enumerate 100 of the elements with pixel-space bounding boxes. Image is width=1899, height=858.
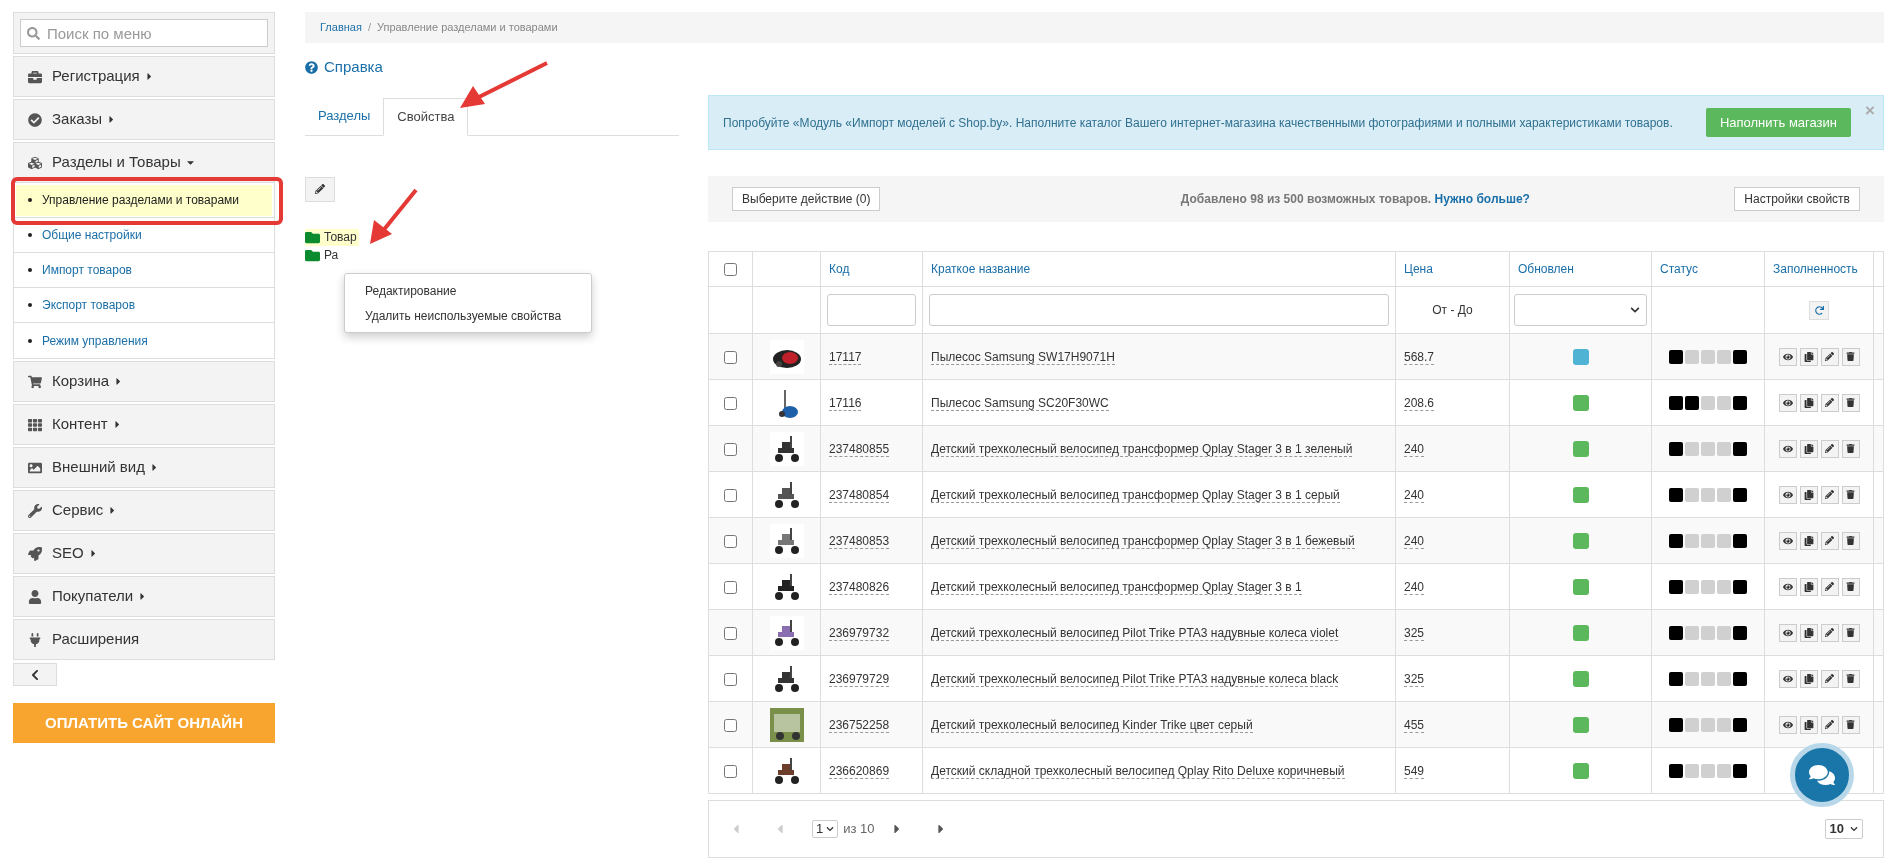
product-price[interactable]: 325 bbox=[1404, 625, 1425, 641]
submenu-item[interactable]: Режим управления bbox=[16, 325, 272, 356]
column-header[interactable]: Код bbox=[829, 262, 850, 276]
delete-button[interactable] bbox=[1841, 347, 1860, 366]
edit-button[interactable] bbox=[1820, 393, 1839, 412]
copy-button[interactable] bbox=[1799, 439, 1818, 458]
view-button[interactable] bbox=[1778, 439, 1797, 458]
copy-button[interactable] bbox=[1799, 715, 1818, 734]
row-checkbox[interactable] bbox=[724, 672, 737, 686]
product-name[interactable]: Пылесос Samsung SC20F30WC bbox=[931, 395, 1109, 411]
menu-item[interactable]: Контент bbox=[13, 404, 275, 445]
menu-item[interactable]: Разделы и Товары bbox=[13, 142, 275, 183]
copy-button[interactable] bbox=[1799, 623, 1818, 642]
copy-button[interactable] bbox=[1799, 393, 1818, 412]
edit-button[interactable] bbox=[1820, 485, 1839, 504]
view-button[interactable] bbox=[1778, 347, 1797, 366]
row-checkbox[interactable] bbox=[724, 764, 737, 778]
product-price[interactable]: 325 bbox=[1404, 671, 1425, 687]
delete-button[interactable] bbox=[1841, 577, 1860, 596]
view-button[interactable] bbox=[1778, 715, 1797, 734]
view-button[interactable] bbox=[1778, 623, 1797, 642]
view-button[interactable] bbox=[1778, 531, 1797, 550]
collapse-button[interactable] bbox=[13, 663, 57, 686]
tree-item[interactable]: Товар bbox=[305, 228, 359, 246]
edit-button[interactable] bbox=[1820, 669, 1839, 688]
menu-item[interactable]: Расширения bbox=[13, 619, 275, 660]
edit-button[interactable] bbox=[1820, 439, 1839, 458]
breadcrumb-link[interactable]: Главная bbox=[320, 19, 362, 36]
menu-item[interactable]: Сервис bbox=[13, 490, 275, 531]
product-price[interactable]: 240 bbox=[1404, 441, 1425, 457]
copy-button[interactable] bbox=[1799, 669, 1818, 688]
row-checkbox[interactable] bbox=[724, 718, 737, 732]
copy-button[interactable] bbox=[1799, 347, 1818, 366]
delete-button[interactable] bbox=[1841, 439, 1860, 458]
delete-button[interactable] bbox=[1841, 393, 1860, 412]
product-price[interactable]: 240 bbox=[1404, 487, 1425, 503]
product-price[interactable]: 455 bbox=[1404, 717, 1425, 733]
menu-item[interactable]: Заказы bbox=[13, 99, 275, 140]
more-link[interactable]: Нужно больше? bbox=[1434, 192, 1530, 206]
menu-item[interactable]: SEO bbox=[13, 533, 275, 574]
copy-button[interactable] bbox=[1799, 531, 1818, 550]
property-settings-button[interactable]: Настройки свойств bbox=[1734, 187, 1860, 211]
name-filter-field[interactable] bbox=[929, 294, 1389, 326]
product-price[interactable]: 240 bbox=[1404, 579, 1425, 595]
tree-item[interactable]: Ра bbox=[305, 246, 341, 264]
column-header[interactable]: Цена bbox=[1404, 262, 1433, 276]
edit-button[interactable] bbox=[1820, 715, 1839, 734]
help-link[interactable]: Справка bbox=[305, 56, 383, 79]
menu-option[interactable]: Редактирование bbox=[345, 278, 591, 303]
code-filter-field[interactable] bbox=[827, 294, 916, 326]
delete-button[interactable] bbox=[1841, 531, 1860, 550]
copy-button[interactable] bbox=[1799, 485, 1818, 504]
select-all-checkbox[interactable] bbox=[724, 263, 737, 277]
tab[interactable]: Свойства bbox=[383, 97, 469, 136]
copy-button[interactable] bbox=[1799, 577, 1818, 596]
action-select-button[interactable]: Выберите действие (0) bbox=[732, 187, 881, 211]
edit-button[interactable] bbox=[1820, 531, 1839, 550]
product-name[interactable]: Пылесос Samsung SW17H9071H bbox=[931, 349, 1115, 365]
product-price[interactable]: 568.7 bbox=[1404, 349, 1435, 365]
menu-item[interactable]: Покупатели bbox=[13, 576, 275, 617]
menu-item[interactable]: Внешний вид bbox=[13, 447, 275, 488]
row-checkbox[interactable] bbox=[724, 534, 737, 548]
product-code[interactable]: 17116 bbox=[829, 395, 862, 411]
search-field[interactable]: Поиск по меню bbox=[20, 19, 268, 47]
row-checkbox[interactable] bbox=[724, 350, 737, 364]
row-checkbox[interactable] bbox=[724, 488, 737, 502]
price-range-filter[interactable]: От - До bbox=[1432, 303, 1473, 317]
delete-button[interactable] bbox=[1841, 715, 1860, 734]
column-header[interactable]: Краткое название bbox=[931, 262, 1031, 276]
product-price[interactable]: 208.6 bbox=[1404, 395, 1435, 411]
product-price[interactable]: 549 bbox=[1404, 763, 1425, 779]
view-button[interactable] bbox=[1778, 393, 1797, 412]
reset-button[interactable] bbox=[1809, 300, 1829, 320]
view-button[interactable] bbox=[1778, 577, 1797, 596]
submenu-item[interactable]: Общие настройки bbox=[16, 219, 272, 251]
delete-button[interactable] bbox=[1841, 669, 1860, 688]
tab[interactable]: Разделы bbox=[305, 96, 384, 135]
menu-option[interactable]: Удалить неиспользуемые свойства bbox=[345, 303, 591, 328]
view-button[interactable] bbox=[1778, 669, 1797, 688]
edit-button[interactable] bbox=[1820, 577, 1839, 596]
delete-button[interactable] bbox=[1841, 485, 1860, 504]
product-code[interactable]: 17117 bbox=[829, 349, 862, 365]
submenu-item[interactable]: Управление разделами и товарами bbox=[16, 184, 272, 216]
per-page-select[interactable]: 10 bbox=[1824, 819, 1863, 839]
row-checkbox[interactable] bbox=[724, 442, 737, 456]
view-button[interactable] bbox=[1778, 485, 1797, 504]
delete-button[interactable] bbox=[1841, 623, 1860, 642]
edit-button[interactable] bbox=[305, 176, 335, 202]
edit-button[interactable] bbox=[1820, 623, 1839, 642]
column-header[interactable]: Обновлен bbox=[1518, 262, 1574, 276]
edit-button[interactable] bbox=[1820, 347, 1839, 366]
submenu-item[interactable]: Экспорт товаров bbox=[16, 289, 272, 321]
product-price[interactable]: 240 bbox=[1404, 533, 1425, 549]
menu-item[interactable]: Регистрация bbox=[13, 56, 275, 97]
row-checkbox[interactable] bbox=[724, 396, 737, 410]
page-select[interactable]: 1 bbox=[812, 820, 839, 838]
submenu-item[interactable]: Импорт товаров bbox=[16, 254, 272, 286]
row-checkbox[interactable] bbox=[724, 580, 737, 594]
row-checkbox[interactable] bbox=[724, 626, 737, 640]
column-header[interactable]: Статус bbox=[1660, 262, 1698, 276]
